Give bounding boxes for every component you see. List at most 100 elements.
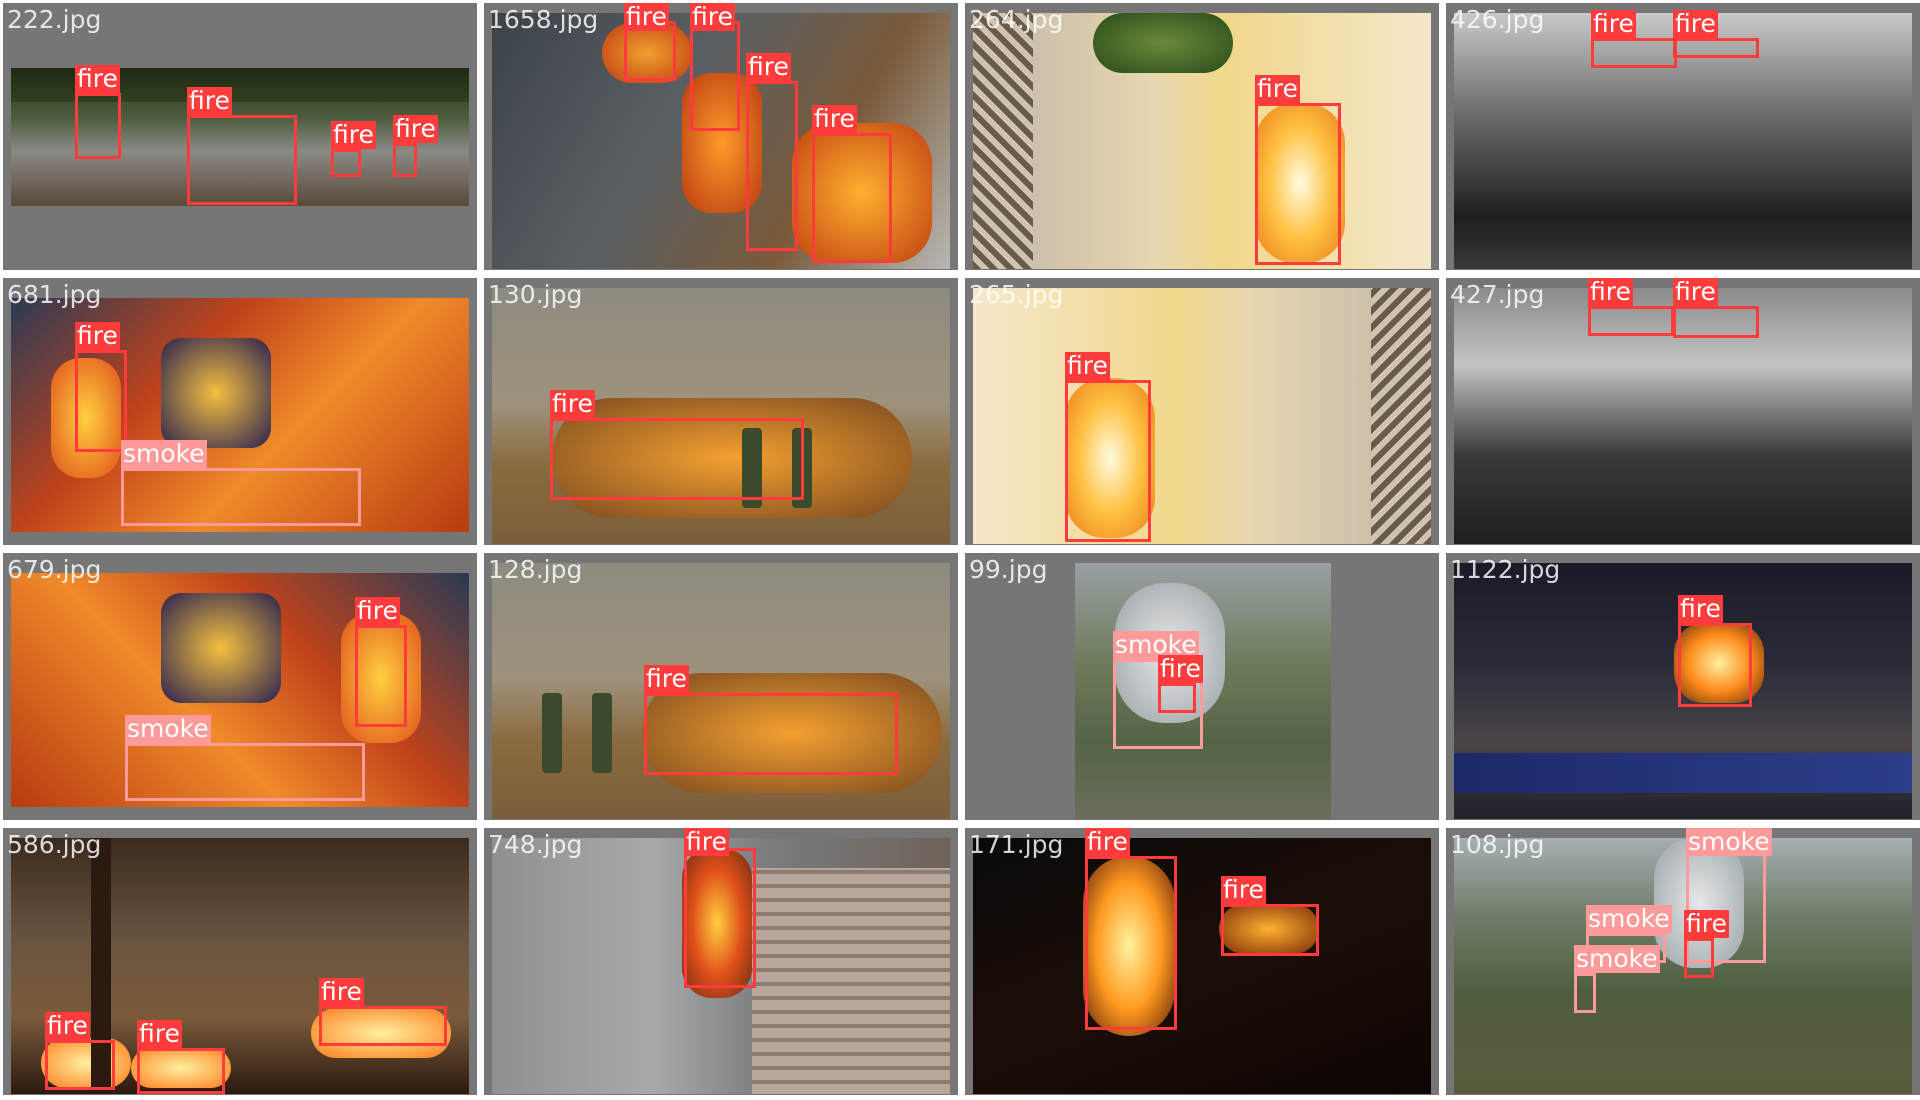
- fire-label: fire: [1221, 875, 1266, 904]
- fire-detection-box: [1221, 904, 1319, 956]
- image-tile: 222.jpg fire fire fire fire: [3, 3, 477, 270]
- fire-label: fire: [1065, 351, 1110, 380]
- image-tile: 1122.jpg fire: [1446, 553, 1920, 820]
- image-filename: 681.jpg: [7, 280, 102, 309]
- fire-detection-box: [331, 149, 361, 177]
- scene-detail: [1371, 288, 1431, 544]
- smoke-label: smoke: [1574, 944, 1660, 973]
- image-tile: 108.jpg smoke fire smoke smoke: [1446, 828, 1920, 1095]
- fire-detection-box: [75, 93, 121, 159]
- image-filename: 426.jpg: [1450, 5, 1545, 34]
- fire-label: fire: [355, 596, 400, 625]
- image-filename: 130.jpg: [488, 280, 583, 309]
- smoke-label: smoke: [1586, 904, 1672, 933]
- fire-label: fire: [45, 1011, 90, 1040]
- image-tile: 748.jpg fire: [484, 828, 958, 1095]
- fire-label: fire: [1673, 278, 1718, 306]
- fire-detection-box: [1678, 623, 1752, 707]
- scene-image: [973, 13, 1431, 269]
- smoke-detection-box: [1574, 973, 1596, 1013]
- fire-detection-box: [1588, 306, 1674, 336]
- fire-detection-box: [1591, 38, 1677, 68]
- fire-detection-box: [1673, 38, 1759, 58]
- fire-detection-box: [684, 848, 756, 988]
- fire-detection-box: [137, 1048, 225, 1094]
- fire-label: fire: [690, 3, 735, 31]
- fire-detection-box: [187, 115, 297, 205]
- fire-detection-box: [319, 1006, 447, 1046]
- image-filename: 128.jpg: [488, 555, 583, 584]
- scene-detail: [1093, 13, 1233, 73]
- image-filename: 748.jpg: [488, 830, 583, 859]
- image-tile: 1658.jpg fire fire fire fire: [484, 3, 958, 270]
- fire-detection-box: [393, 143, 417, 177]
- fire-label: fire: [75, 64, 120, 93]
- image-tile: 171.jpg fire fire: [965, 828, 1439, 1095]
- smoke-label: smoke: [121, 439, 207, 468]
- image-tile: 265.jpg fire: [965, 278, 1439, 545]
- fire-label: fire: [1255, 74, 1300, 103]
- fire-detection-box: [1085, 856, 1177, 1030]
- image-tile: 679.jpg fire smoke: [3, 553, 477, 820]
- image-filename: 171.jpg: [969, 830, 1064, 859]
- scene-detail: [973, 13, 1033, 269]
- fire-label: fire: [1588, 278, 1633, 306]
- image-filename: 586.jpg: [7, 830, 102, 859]
- smoke-label: smoke: [125, 714, 211, 743]
- image-tile: 99.jpg smoke fire: [965, 553, 1439, 820]
- detection-results-grid: 222.jpg fire fire fire fire 1658.jpg fire fire f…: [0, 0, 1920, 1100]
- fire-label: fire: [812, 104, 857, 133]
- fire-detection-box: [75, 350, 127, 452]
- fire-detection-box: [550, 418, 804, 500]
- image-filename: 264.jpg: [969, 5, 1064, 34]
- fire-detection-box: [1255, 103, 1341, 265]
- fire-label: fire: [746, 52, 791, 81]
- image-filename: 99.jpg: [969, 555, 1048, 584]
- fire-label: fire: [644, 664, 689, 693]
- scene-image: [1454, 838, 1912, 1094]
- fire-label: fire: [624, 3, 669, 31]
- scene-detail: [592, 693, 612, 773]
- scene-detail: [752, 868, 950, 1094]
- scene-image: [973, 838, 1431, 1094]
- fire-label: fire: [1085, 828, 1130, 856]
- fire-label: fire: [1673, 9, 1718, 38]
- smoke-label: smoke: [1686, 828, 1772, 856]
- scene-detail: [161, 338, 271, 448]
- fire-detection-box: [355, 625, 407, 727]
- scene-detail: [1454, 753, 1912, 793]
- fire-detection-box: [812, 133, 892, 263]
- image-tile: 681.jpg fire smoke: [3, 278, 477, 545]
- fire-detection-box: [746, 81, 798, 251]
- fire-label: fire: [137, 1019, 182, 1048]
- image-filename: 222.jpg: [7, 5, 102, 34]
- fire-detection-box: [45, 1040, 115, 1090]
- fire-label: fire: [1684, 909, 1729, 938]
- smoke-detection-box: [125, 743, 365, 801]
- fire-label: fire: [75, 321, 120, 350]
- scene-image: [492, 563, 950, 819]
- fire-detection-box: [644, 693, 898, 775]
- scene-detail: [542, 693, 562, 773]
- fire-label: fire: [550, 389, 595, 418]
- fire-label: fire: [393, 114, 438, 143]
- image-tile: 426.jpg fire fire: [1446, 3, 1920, 270]
- image-filename: 265.jpg: [969, 280, 1064, 309]
- fire-detection-box: [1065, 380, 1151, 542]
- image-filename: 1658.jpg: [488, 5, 599, 34]
- image-tile: 427.jpg fire fire: [1446, 278, 1920, 545]
- fire-label: fire: [319, 977, 364, 1006]
- scene-detail: [161, 593, 281, 703]
- fire-label: fire: [1678, 594, 1723, 623]
- image-filename: 108.jpg: [1450, 830, 1545, 859]
- image-filename: 679.jpg: [7, 555, 102, 584]
- image-tile: 264.jpg fire: [965, 3, 1439, 270]
- image-filename: 1122.jpg: [1450, 555, 1561, 584]
- fire-label: fire: [187, 86, 232, 115]
- fire-label: fire: [1158, 654, 1203, 683]
- fire-detection-box: [1684, 938, 1714, 978]
- fire-detection-box: [690, 21, 740, 131]
- image-tile: 586.jpg fire fire fire: [3, 828, 477, 1095]
- fire-detection-box: [1158, 683, 1196, 713]
- image-tile: 128.jpg fire: [484, 553, 958, 820]
